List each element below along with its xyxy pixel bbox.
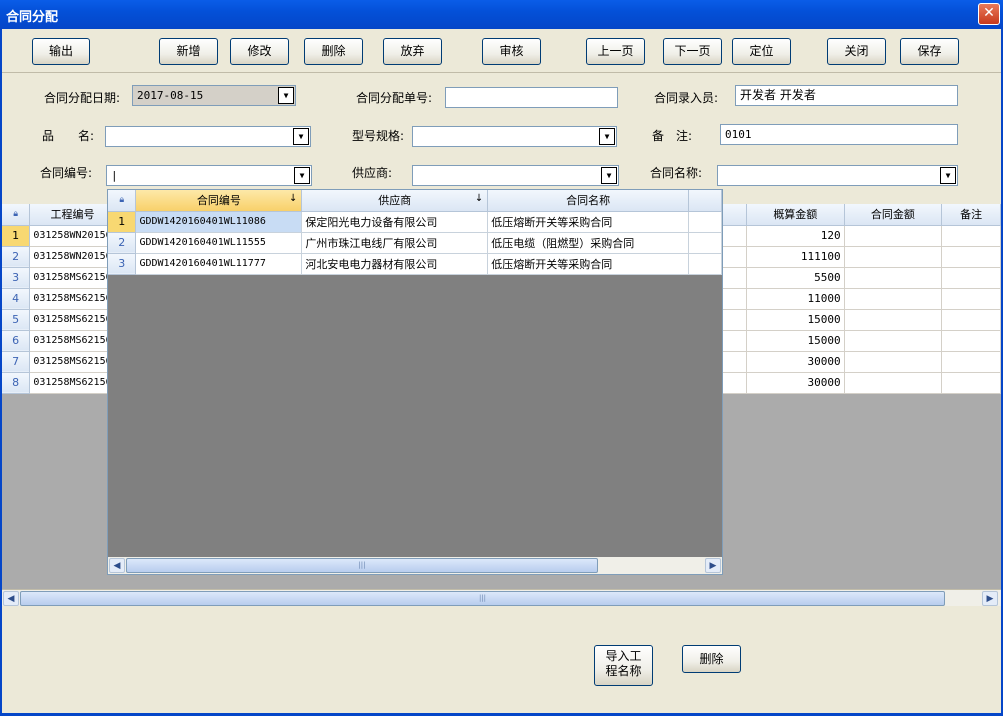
locate-button[interactable]: 定位: [732, 38, 791, 65]
prev-page-button[interactable]: 上一页: [586, 38, 645, 65]
edit-button[interactable]: 修改: [230, 38, 289, 65]
next-page-button[interactable]: 下一页: [663, 38, 722, 65]
scrollbar-thumb[interactable]: |||: [126, 558, 598, 573]
column-header-remark[interactable]: 备注: [941, 204, 1001, 226]
discard-button[interactable]: 放弃: [383, 38, 442, 65]
scrollbar-thumb[interactable]: |||: [20, 591, 945, 606]
chevron-down-icon[interactable]: ▼: [599, 128, 615, 145]
toolbar: 输出 新增 修改 删除 放弃 审核 上一页 下一页 定位 关闭 保存: [2, 29, 1001, 73]
popup-column-extra: [688, 190, 722, 212]
chevron-down-icon[interactable]: ▼: [293, 128, 309, 145]
recorder-field[interactable]: 开发者 开发者: [735, 85, 958, 106]
scroll-left-icon[interactable]: ◀: [3, 591, 19, 606]
delete-button[interactable]: 删除: [304, 38, 363, 65]
column-header-estimated-amount[interactable]: 概算金额: [746, 204, 845, 226]
review-button[interactable]: 审核: [482, 38, 541, 65]
main-horizontal-scrollbar[interactable]: ◀ ||| ▶: [2, 589, 1001, 606]
chevron-down-icon[interactable]: ▼: [601, 167, 617, 184]
remark-label: 备 注:: [652, 129, 693, 143]
model-combo[interactable]: ▼: [412, 126, 617, 147]
chevron-down-icon[interactable]: ▼: [940, 167, 956, 184]
recorder-label: 合同录入员:: [654, 91, 719, 105]
list-item[interactable]: 3 GDDW1420160401WL11777 河北安电电力器材有限公司 低压熔…: [108, 253, 722, 275]
window-title: 合同分配: [6, 10, 59, 25]
list-item[interactable]: 2 GDDW1420160401WL11555 广州市珠江电线厂有限公司 低压电…: [108, 232, 722, 254]
scroll-right-icon[interactable]: ▶: [705, 558, 721, 573]
contract-name-combo[interactable]: ▼: [717, 165, 958, 186]
contract-no-label: 合同编号:: [40, 166, 93, 180]
sort-down-icon: ↓: [288, 193, 298, 204]
sort-down-icon: ↓: [474, 193, 484, 204]
supplier-label: 供应商:: [352, 166, 393, 180]
add-button[interactable]: 新增: [159, 38, 218, 65]
save-button[interactable]: 保存: [900, 38, 959, 65]
import-project-name-button[interactable]: 导入工程名称: [594, 645, 653, 686]
contract-name-label: 合同名称:: [650, 166, 703, 180]
scroll-right-icon[interactable]: ▶: [982, 591, 998, 606]
popup-column-contract-name[interactable]: 合同名称: [487, 190, 690, 212]
close-icon[interactable]: ✕: [978, 3, 1000, 25]
chevron-down-icon[interactable]: ▼: [278, 87, 294, 104]
column-header-contract-amount[interactable]: 合同金额: [844, 204, 943, 226]
date-label: 合同分配日期:: [44, 91, 121, 105]
lock-icon: 🔒︎: [108, 190, 137, 212]
date-field[interactable]: 2017-08-15 ▼: [132, 85, 296, 106]
title-bar: 合同分配 ✕: [0, 0, 1003, 29]
date-value: 2017-08-15: [137, 89, 204, 102]
model-label: 型号规格:: [352, 129, 405, 143]
bottom-delete-button[interactable]: 删除: [682, 645, 741, 673]
export-button[interactable]: 输出: [32, 38, 90, 65]
popup-column-supplier[interactable]: 供应商 ↓: [301, 190, 489, 212]
popup-column-contract-no[interactable]: 合同编号 ↓: [135, 190, 303, 212]
chevron-down-icon[interactable]: ▼: [294, 167, 310, 184]
popup-horizontal-scrollbar[interactable]: ◀ ||| ▶: [108, 557, 722, 574]
contract-dropdown-popup: 🔒︎ 合同编号 ↓ 供应商 ↓ 合同名称 1 GDDW1420160401WL1…: [107, 189, 723, 575]
product-combo[interactable]: ▼: [105, 126, 311, 147]
contract-no-combo[interactable]: | ▼: [106, 165, 312, 186]
order-no-label: 合同分配单号:: [356, 91, 433, 105]
product-label: 品 名:: [42, 129, 95, 143]
scroll-left-icon[interactable]: ◀: [109, 558, 125, 573]
lock-icon: 🔒︎: [2, 204, 31, 226]
remark-field[interactable]: 0101: [720, 124, 958, 145]
column-header-project-code[interactable]: 工程编号: [29, 204, 116, 226]
close-button[interactable]: 关闭: [827, 38, 886, 65]
supplier-combo[interactable]: ▼: [412, 165, 619, 186]
order-no-field[interactable]: [445, 87, 618, 108]
contract-form: 合同分配日期: 2017-08-15 ▼ 合同分配单号: 合同录入员: 开发者 …: [2, 74, 1001, 202]
list-item[interactable]: 1 GDDW1420160401WL11086 保定阳光电力设备有限公司 低压熔…: [108, 211, 722, 233]
